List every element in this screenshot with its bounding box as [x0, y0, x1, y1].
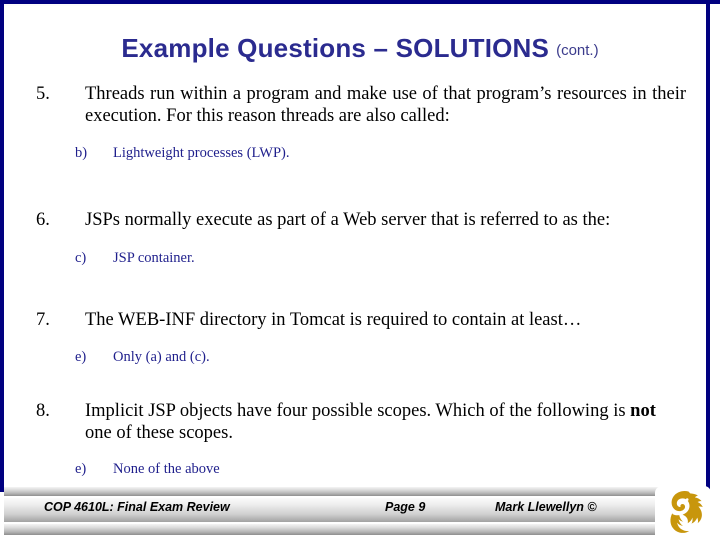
footer-course-label: COP 4610L: Final Exam Review — [44, 500, 230, 514]
question-text-8: Implicit JSP objects have four possible … — [85, 401, 686, 444]
footer-author-label: Mark Llewellyn © — [495, 500, 597, 514]
pegasus-icon — [670, 490, 703, 533]
question-block-6: 6. JSPs normally execute as part of a We… — [0, 210, 720, 267]
question-row-7: 7. The WEB-INF directory in Tomcat is re… — [0, 310, 720, 332]
question-number-5: 5. — [36, 84, 50, 104]
slide-border-inner-highlight — [4, 4, 706, 6]
question-block-8: 8. Implicit JSP objects have four possib… — [0, 401, 720, 478]
question-text-6: JSPs normally execute as part of a Web s… — [85, 210, 611, 230]
question-row-5: 5. Threads run within a program and make… — [0, 84, 720, 127]
slide-title-main: Example Questions – SOLUTIONS — [121, 33, 550, 63]
ucf-pegasus-logo — [655, 486, 711, 540]
questions-list: 5. Threads run within a program and make… — [0, 84, 720, 484]
question-text-8-pre: Implicit JSP objects have four possible … — [85, 401, 631, 421]
answer-row-7: e) Only (a) and (c). — [0, 349, 720, 366]
question-row-8: 8. Implicit JSP objects have four possib… — [0, 401, 720, 444]
answer-row-8: e) None of the above — [0, 461, 720, 478]
question-block-7: 7. The WEB-INF directory in Tomcat is re… — [0, 310, 720, 366]
slide: Example Questions – SOLUTIONS (cont.) 5. … — [0, 0, 720, 540]
answer-letter-5: b) — [75, 145, 88, 161]
question-number-7: 7. — [36, 310, 50, 330]
question-number-6: 6. — [36, 210, 50, 230]
question-text-7: The WEB-INF directory in Tomcat is requi… — [85, 310, 582, 330]
footer-bar-top — [4, 486, 706, 496]
question-text-8-post: one of these scopes. — [85, 422, 233, 443]
question-text-8-emphasis: not — [630, 401, 656, 421]
slide-footer: COP 4610L: Final Exam Review Page 9 Mark… — [0, 486, 720, 540]
question-number-8: 8. — [36, 401, 50, 421]
footer-bar-bottom — [4, 523, 706, 535]
answer-text-7: Only (a) and (c). — [113, 348, 210, 365]
question-row-6: 6. JSPs normally execute as part of a We… — [0, 210, 720, 232]
answer-letter-8: e) — [75, 461, 87, 477]
slide-title: Example Questions – SOLUTIONS (cont.) — [10, 33, 710, 64]
answer-text-5: Lightweight processes (LWP). — [113, 145, 290, 161]
answer-letter-7: e) — [75, 348, 87, 365]
answer-letter-6: c) — [75, 249, 87, 266]
footer-page-number: Page 9 — [385, 500, 426, 514]
question-block-5: 5. Threads run within a program and make… — [0, 84, 720, 162]
question-text-5: Threads run within a program and make us… — [85, 84, 686, 126]
answer-row-5: b) Lightweight processes (LWP). — [0, 145, 720, 162]
answer-text-8: None of the above — [113, 461, 220, 477]
answer-row-6: c) JSP container. — [0, 250, 720, 267]
slide-title-continuation: (cont.) — [556, 42, 599, 59]
answer-text-6: JSP container. — [113, 249, 195, 266]
